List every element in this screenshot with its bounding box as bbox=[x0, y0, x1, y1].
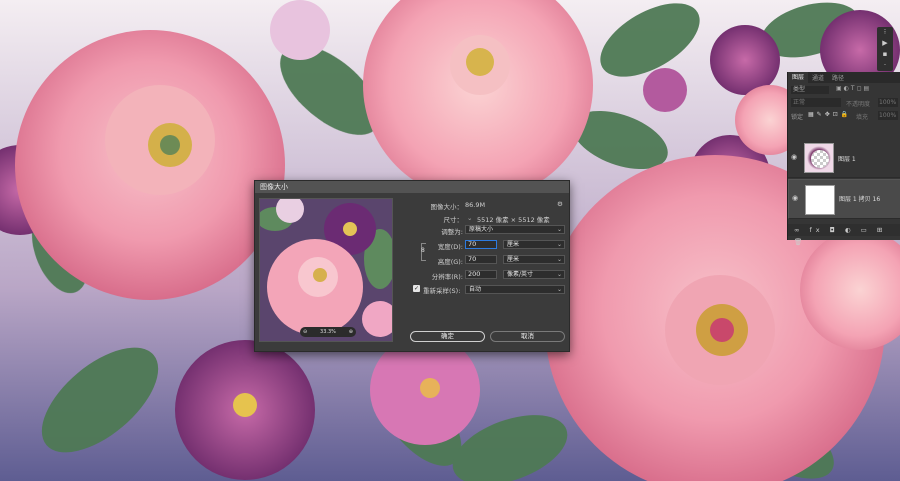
zoom-in-icon[interactable]: ⊕ bbox=[349, 329, 353, 335]
layer-thumbnail bbox=[805, 185, 835, 215]
fit-to-select[interactable]: 原稿大小 ⌄ bbox=[465, 225, 565, 234]
tab-layers[interactable]: 图层 bbox=[788, 72, 809, 83]
layer-filter-row: 类型 ▣◐T◻▤ bbox=[788, 85, 900, 95]
more-icon[interactable]: · bbox=[877, 60, 893, 71]
width-unit-value: 厘米 bbox=[507, 241, 520, 248]
height-unit-select[interactable]: 厘米 ⌄ bbox=[503, 255, 565, 264]
chevron-down-icon: ⌄ bbox=[556, 226, 562, 233]
comment-icon[interactable]: ▪ bbox=[877, 49, 893, 60]
lock-row: 锁定 ▦✎✥⊡🔒 填充 100% bbox=[788, 111, 900, 121]
layer-row-selected[interactable]: ◉ 图层 1 拷贝 16 bbox=[788, 179, 900, 219]
tab-paths[interactable]: 路径 bbox=[828, 73, 848, 82]
lock-label: 锁定 bbox=[791, 114, 804, 121]
width-label: 宽度(D): bbox=[437, 243, 463, 251]
layer-row[interactable]: ◉ 图层 1 bbox=[788, 138, 900, 178]
play-icon[interactable]: ▶ bbox=[877, 38, 893, 49]
fill-input[interactable]: 100% bbox=[878, 111, 898, 120]
transparency-grid bbox=[811, 150, 829, 168]
height-input[interactable]: 70 bbox=[465, 255, 497, 264]
width-input[interactable]: 70 bbox=[465, 240, 497, 249]
chevron-down-icon: ⌄ bbox=[556, 241, 562, 248]
height-unit-value: 厘米 bbox=[507, 256, 520, 263]
fill-label: 填充 bbox=[856, 114, 869, 121]
image-size-label: 图像大小： bbox=[430, 203, 464, 211]
dimensions-value: 5512 像素 × 5512 像素 bbox=[477, 216, 550, 224]
ok-button[interactable]: 确定 bbox=[410, 331, 485, 342]
properties-icon[interactable]: ⁝ bbox=[877, 27, 893, 38]
width-unit-select[interactable]: 厘米 ⌄ bbox=[503, 240, 565, 249]
preview-image bbox=[260, 199, 392, 341]
chevron-down-icon: ⌄ bbox=[556, 271, 562, 278]
layer-filter-input[interactable]: 类型 bbox=[791, 86, 829, 94]
blend-row: 正常 不透明度 100% bbox=[788, 98, 900, 108]
preview-zoom-bar: ⊖ 33.3% ⊕ bbox=[300, 327, 356, 337]
visibility-eye-icon[interactable]: ◉ bbox=[791, 153, 797, 161]
image-size-value: 86.9M bbox=[465, 201, 486, 209]
cancel-button[interactable]: 取消 bbox=[490, 331, 565, 342]
blend-mode-select[interactable]: 正常 bbox=[791, 98, 841, 107]
layers-panel-tabs: 图层 通道 路径 bbox=[788, 72, 900, 83]
resample-select[interactable]: 自动 ⌄ bbox=[465, 285, 565, 294]
layer-thumbnail bbox=[804, 143, 834, 173]
side-toolbar: ⁝ ▶ ▪ · bbox=[877, 27, 893, 71]
resolution-label: 分辨率(R): bbox=[431, 273, 463, 281]
resample-checkbox[interactable]: ✓ bbox=[413, 285, 420, 292]
resolution-unit-value: 像素/英寸 bbox=[507, 271, 534, 278]
gear-icon[interactable]: ⚙ bbox=[557, 200, 563, 208]
image-size-dialog: 图像大小 ⊖ 33.3% ⊕ 图像大小： 86.9M ⚙ 尺寸： ⌄ 5512 … bbox=[254, 180, 570, 352]
layer-name[interactable]: 图层 1 bbox=[838, 154, 856, 163]
visibility-eye-icon[interactable]: ◉ bbox=[792, 195, 798, 202]
height-label: 高度(G): bbox=[437, 258, 463, 266]
chevron-down-icon: ⌄ bbox=[556, 286, 562, 293]
layers-footer-icons[interactable]: ∞ fx ◘ ◐ ▭ ⊞ 🗑 bbox=[788, 224, 900, 246]
layer-name[interactable]: 图层 1 拷贝 16 bbox=[839, 196, 880, 203]
resample-label: 重新采样(S): bbox=[423, 287, 461, 295]
image-preview[interactable]: ⊖ 33.3% ⊕ bbox=[259, 198, 393, 342]
tab-channels[interactable]: 通道 bbox=[808, 73, 828, 82]
dimensions-dropdown-icon[interactable]: ⌄ bbox=[467, 214, 472, 222]
fit-to-label: 调整为: bbox=[441, 228, 463, 236]
resolution-input[interactable]: 200 bbox=[465, 270, 497, 279]
zoom-level: 33.3% bbox=[320, 329, 336, 335]
zoom-out-icon[interactable]: ⊖ bbox=[303, 329, 307, 335]
lock-icons[interactable]: ▦✎✥⊡🔒 bbox=[808, 111, 851, 118]
dimensions-label: 尺寸： bbox=[443, 216, 464, 224]
layers-panel: 图层 通道 路径 类型 ▣◐T◻▤ 正常 不透明度 100% 锁定 ▦✎✥⊡🔒 … bbox=[787, 72, 900, 246]
filter-icons[interactable]: ▣◐T◻▤ bbox=[836, 85, 871, 92]
resample-value: 自动 bbox=[469, 286, 482, 293]
opacity-label: 不透明度 bbox=[846, 101, 871, 108]
dialog-title: 图像大小 bbox=[255, 181, 569, 193]
chevron-down-icon: ⌄ bbox=[556, 256, 562, 263]
resolution-unit-select[interactable]: 像素/英寸 ⌄ bbox=[503, 270, 565, 279]
fit-to-value: 原稿大小 bbox=[469, 226, 494, 233]
opacity-input[interactable]: 100% bbox=[878, 98, 898, 107]
